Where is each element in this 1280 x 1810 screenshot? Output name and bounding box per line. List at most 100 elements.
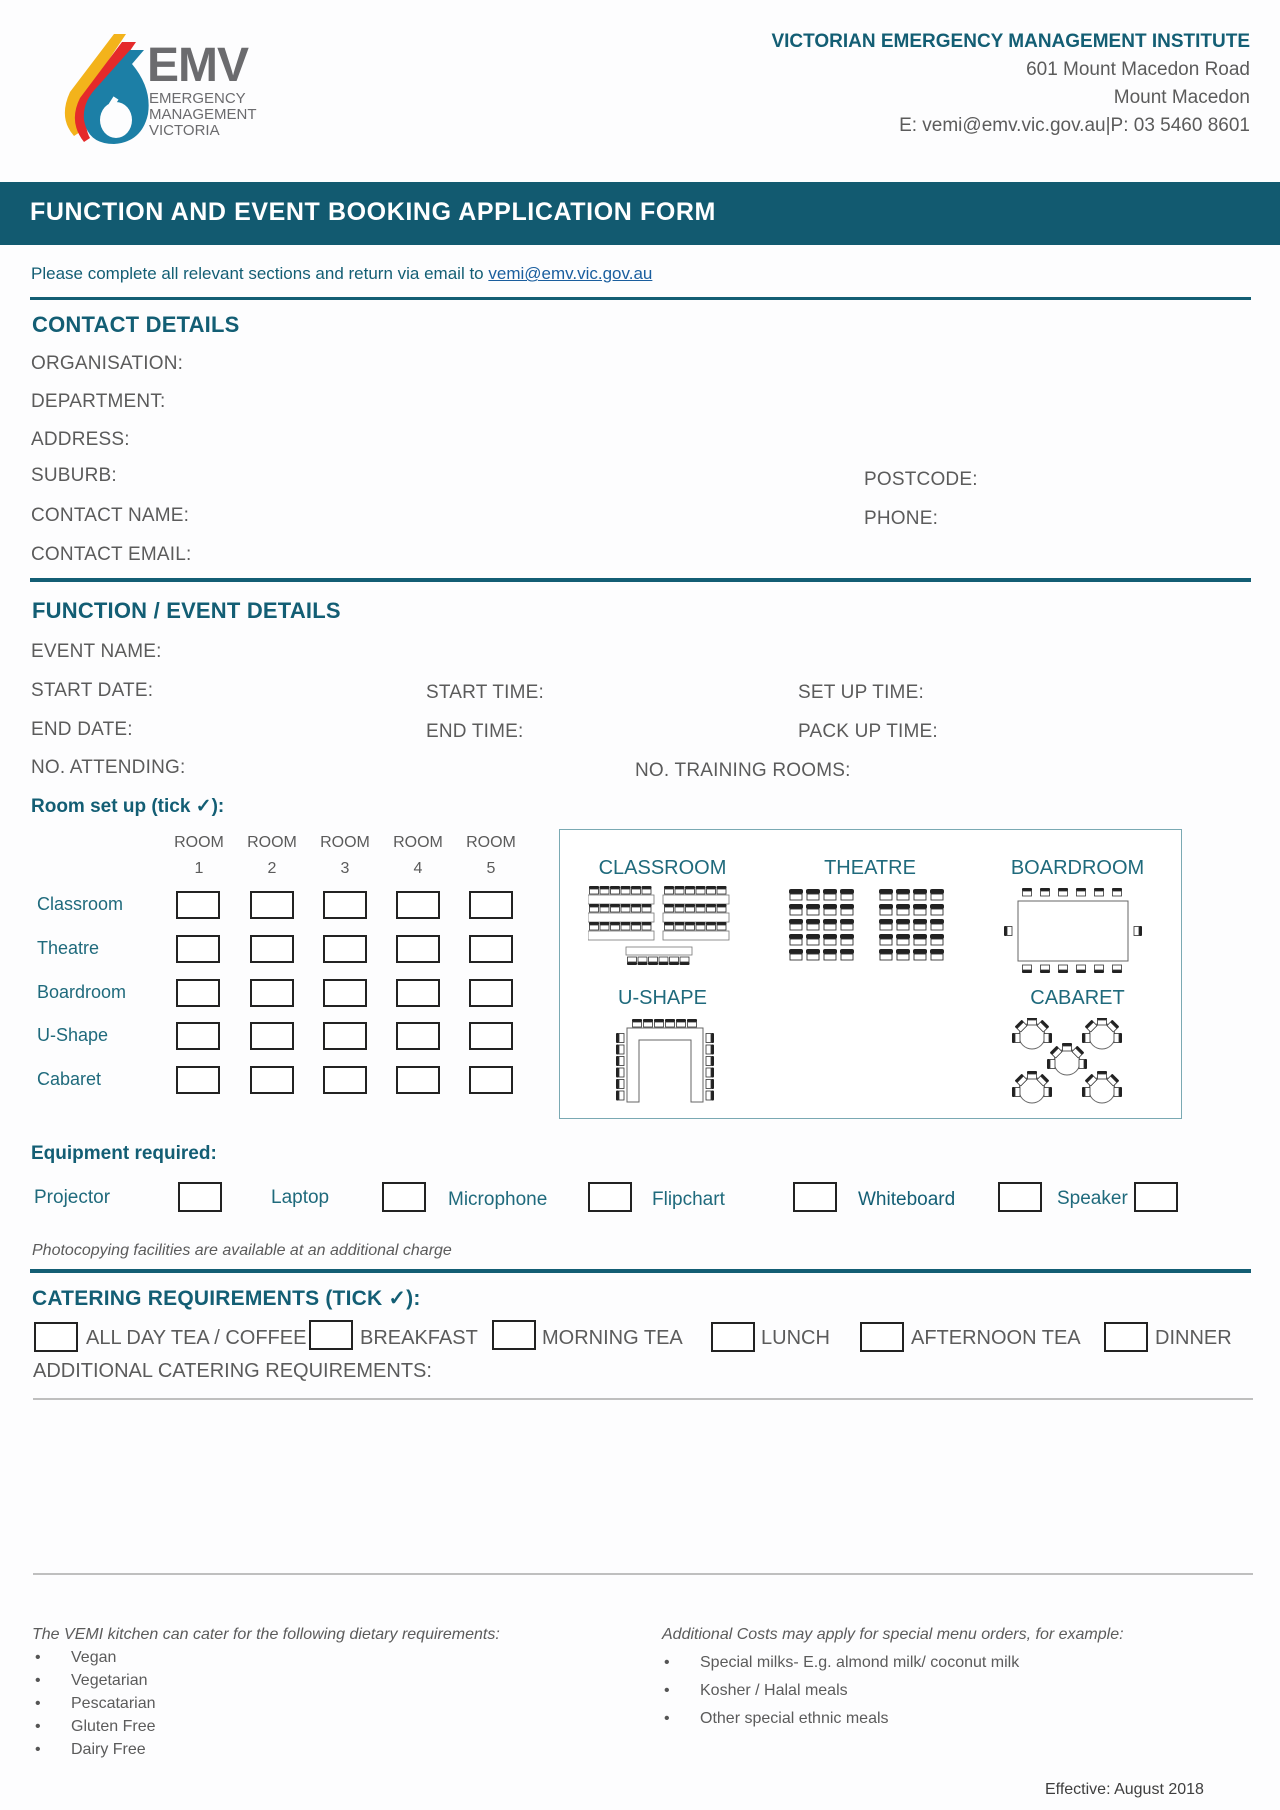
chair-icon [913, 934, 927, 946]
phone-label: PHONE: [864, 508, 939, 529]
end-time-input[interactable] [540, 716, 785, 746]
chair-icon [616, 1033, 625, 1043]
chair-icon [879, 919, 893, 931]
end-date-input[interactable] [145, 714, 415, 744]
chair-icon [1076, 888, 1086, 897]
contact-email-input[interactable] [200, 539, 1245, 569]
checkbox-classroom-room-2[interactable] [250, 891, 294, 919]
checkbox-boardroom-room-1[interactable] [176, 979, 220, 1007]
room-header-number: 1 [194, 860, 204, 877]
equipment-label-projector: Projector [34, 1187, 111, 1208]
chair-icon [1040, 888, 1050, 897]
event-name-input[interactable] [180, 636, 1245, 666]
checkbox-ushape-room-1[interactable] [176, 1022, 220, 1050]
chair-icon [664, 886, 674, 895]
event-section-title: FUNCTION / EVENT DETAILS [32, 598, 341, 623]
equipment-checkbox-whiteboard[interactable] [998, 1182, 1042, 1212]
address-line-2: Mount Macedon [1113, 87, 1250, 108]
checkbox-cabaret-room-4[interactable] [396, 1066, 440, 1094]
checkbox-boardroom-room-5[interactable] [469, 979, 513, 1007]
chair-icon [695, 886, 706, 895]
equipment-checkbox-speaker[interactable] [1134, 1182, 1178, 1212]
chair-icon [823, 904, 837, 916]
equipment-checkbox-flipchart[interactable] [793, 1182, 837, 1212]
setup-time-input[interactable] [935, 677, 1245, 707]
checkbox-ushape-room-3[interactable] [323, 1022, 367, 1050]
checkbox-ushape-room-5[interactable] [469, 1022, 513, 1050]
room-header-word: ROOM [174, 834, 224, 851]
chair-icon [641, 886, 652, 895]
chair-icon [599, 886, 610, 895]
start-time-input[interactable] [555, 677, 785, 707]
checkbox-classroom-room-4[interactable] [396, 891, 440, 919]
event-name-label: EVENT NAME: [31, 641, 162, 662]
chair-icon [806, 889, 820, 901]
chair-icon [896, 919, 910, 931]
chair-icon [705, 1033, 714, 1043]
chair-icon [1078, 1059, 1087, 1069]
attending-input[interactable] [200, 752, 620, 782]
chair-icon [930, 889, 944, 901]
intro-email-link[interactable]: vemi@emv.vic.gov.au [488, 264, 652, 283]
checkbox-boardroom-room-3[interactable] [323, 979, 367, 1007]
checkbox-cabaret-room-3[interactable] [323, 1066, 367, 1094]
checkbox-classroom-room-3[interactable] [323, 891, 367, 919]
room-header-word: ROOM [466, 834, 516, 851]
phone-input[interactable] [945, 503, 1245, 533]
chair-icon [705, 1079, 714, 1089]
address-input[interactable] [135, 424, 1245, 454]
training-rooms-input[interactable] [870, 755, 1245, 785]
equipment-checkbox-microphone[interactable] [588, 1182, 632, 1212]
equipment-label-whiteboard: Whiteboard [858, 1189, 956, 1210]
checkbox-ushape-room-4[interactable] [396, 1022, 440, 1050]
catering-checkbox-afternoon-tea[interactable] [860, 1322, 904, 1352]
catering-checkbox-breakfast[interactable] [309, 1320, 353, 1350]
checkbox-ushape-room-2[interactable] [250, 1022, 294, 1050]
checkbox-cabaret-room-5[interactable] [469, 1066, 513, 1094]
checkbox-cabaret-room-2[interactable] [250, 1066, 294, 1094]
checkbox-theatre-room-5[interactable] [469, 935, 513, 963]
checkbox-boardroom-room-4[interactable] [396, 979, 440, 1007]
checkbox-cabaret-room-1[interactable] [176, 1066, 220, 1094]
checkbox-boardroom-room-2[interactable] [250, 979, 294, 1007]
checkbox-theatre-room-3[interactable] [323, 935, 367, 963]
department-input[interactable] [180, 386, 1245, 416]
contact-name-input[interactable] [200, 500, 845, 530]
checkbox-theatre-room-1[interactable] [176, 935, 220, 963]
chair-icon [616, 1090, 625, 1101]
desk-shape [588, 894, 655, 905]
packup-time-input[interactable] [950, 716, 1245, 746]
checkbox-classroom-room-1[interactable] [176, 891, 220, 919]
room-header-4: ROOM 4 [388, 830, 448, 882]
chair-icon [631, 922, 641, 931]
chair-icon [1058, 964, 1068, 973]
checkbox-theatre-room-4[interactable] [396, 935, 440, 963]
postcode-input[interactable] [980, 464, 1245, 494]
catering-checkbox-lunch[interactable] [711, 1322, 755, 1352]
chair-icon [1027, 1018, 1037, 1026]
chair-icon [620, 904, 631, 913]
organisation-input[interactable] [195, 348, 1245, 378]
equipment-checkbox-projector[interactable] [178, 1182, 222, 1212]
chair-icon [637, 956, 648, 965]
address-label: ADDRESS: [31, 429, 130, 450]
checkbox-classroom-room-5[interactable] [469, 891, 513, 919]
checkbox-theatre-room-2[interactable] [250, 935, 294, 963]
catering-checkbox-morning-tea[interactable] [492, 1320, 536, 1350]
logo-line-1: EMERGENCY [149, 90, 246, 107]
divider [30, 578, 1251, 582]
chair-icon [930, 949, 944, 961]
catering-checkbox-all-day-tea[interactable] [34, 1322, 78, 1352]
suburb-input[interactable] [125, 460, 845, 490]
u-table-shape [626, 1027, 704, 1103]
chair-icon [789, 934, 803, 946]
catering-checkbox-dinner[interactable] [1104, 1322, 1148, 1352]
chair-icon [706, 922, 716, 931]
chair-icon [1047, 1059, 1056, 1069]
equipment-checkbox-laptop[interactable] [382, 1182, 426, 1212]
additional-catering-textarea[interactable] [33, 1402, 1253, 1570]
layout-title-boardroom: BOARDROOM [1010, 857, 1145, 879]
room-header-1: ROOM 1 [169, 830, 229, 882]
start-date-input[interactable] [160, 675, 415, 705]
chair-icon [632, 1019, 642, 1028]
